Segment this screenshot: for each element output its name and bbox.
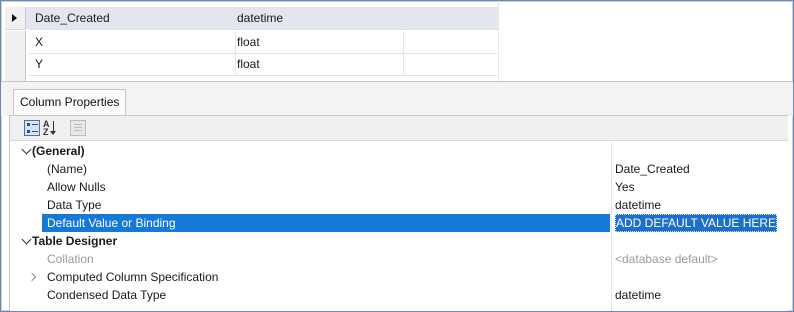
property-row-selected[interactable]: Default Value or Binding ADD DEFAULT VAL… xyxy=(10,214,788,232)
property-row[interactable]: Data Type datetime xyxy=(10,196,788,214)
column-name-cell[interactable]: Y xyxy=(29,53,236,76)
property-label: Computed Column Specification xyxy=(47,270,219,284)
property-label: Collation xyxy=(47,252,94,266)
property-pages-icon[interactable] xyxy=(70,120,86,136)
allow-nulls-cell xyxy=(395,7,499,30)
row-selector[interactable] xyxy=(5,7,26,30)
data-type-cell[interactable]: float xyxy=(229,31,404,54)
category-title: Table Designer xyxy=(32,234,118,248)
property-grid-toolbar: A Z xyxy=(10,116,788,141)
column-name-cell[interactable]: Date_Created xyxy=(29,7,236,30)
table-row[interactable]: X float xyxy=(5,31,499,54)
table-row[interactable]: Y float xyxy=(5,53,499,76)
row-selector[interactable] xyxy=(5,31,26,54)
current-row-arrow-icon xyxy=(12,14,17,22)
property-label: Default Value or Binding xyxy=(47,216,176,230)
az-glyph-bottom: Z xyxy=(43,127,49,137)
chevron-right-icon[interactable] xyxy=(27,272,37,282)
property-label: Condensed Data Type xyxy=(47,288,167,302)
column-name-cell[interactable]: X xyxy=(29,31,236,54)
property-list: (General) (Name) Date_Created Allow Null… xyxy=(10,141,788,311)
property-label: Allow Nulls xyxy=(47,180,106,194)
category-general[interactable]: (General) xyxy=(10,142,788,160)
table-designer-window: Date_Created datetime X float Y float Co… xyxy=(0,0,794,312)
property-value[interactable]: Date_Created xyxy=(615,160,690,178)
grid-right-border xyxy=(498,1,499,81)
data-type-cell[interactable]: datetime xyxy=(229,7,404,30)
row-selector[interactable] xyxy=(5,53,26,76)
property-row[interactable]: Collation <database default> xyxy=(10,250,788,268)
tab-column-properties[interactable]: Column Properties xyxy=(13,89,127,116)
property-row[interactable]: Allow Nulls Yes xyxy=(10,178,788,196)
sort-az-icon[interactable]: A Z xyxy=(43,120,59,137)
property-value[interactable]: Yes xyxy=(615,178,635,196)
chevron-down-icon[interactable] xyxy=(21,234,32,245)
table-row[interactable]: Date_Created datetime xyxy=(5,7,499,30)
property-row[interactable]: Condensed Data Type datetime xyxy=(10,286,788,304)
allow-nulls-cell xyxy=(395,53,499,76)
property-label: (Name) xyxy=(47,162,88,176)
property-grid: A Z (General) (Name) Date_Created Allow … xyxy=(9,115,788,311)
property-row[interactable]: (Name) Date_Created xyxy=(10,160,788,178)
categorized-icon[interactable] xyxy=(24,120,40,136)
property-row[interactable]: Computed Column Specification xyxy=(10,268,788,286)
properties-tabstrip: Column Properties xyxy=(1,82,793,116)
property-label: Data Type xyxy=(47,198,102,212)
column-grid: Date_Created datetime X float Y float xyxy=(5,5,499,81)
category-title: (General) xyxy=(32,144,85,158)
category-table-designer[interactable]: Table Designer xyxy=(10,232,788,250)
allow-nulls-cell xyxy=(395,31,499,54)
data-type-cell[interactable]: float xyxy=(229,53,404,76)
property-value[interactable]: datetime xyxy=(615,196,661,214)
chevron-down-icon[interactable] xyxy=(21,144,32,155)
default-value-field[interactable]: ADD DEFAULT VALUE HERE xyxy=(615,214,778,232)
property-value[interactable]: datetime xyxy=(615,286,661,304)
property-value[interactable]: <database default> xyxy=(615,250,718,268)
